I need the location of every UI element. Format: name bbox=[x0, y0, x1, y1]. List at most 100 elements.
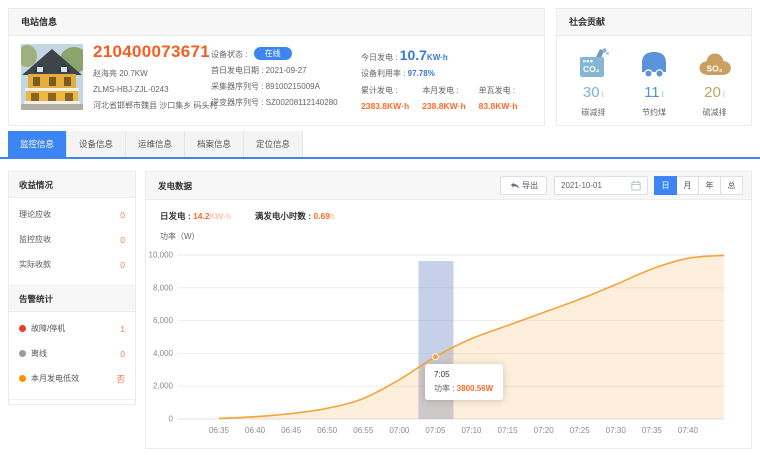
first-generation-date-row: 首日发电日期 : 2021-09-27 bbox=[211, 63, 361, 79]
tab-underline bbox=[0, 157, 760, 159]
station-kpis: 今日发电 : 10.7KW·h 设备利用率 : 97.78% 累计发电 : 23… bbox=[361, 47, 541, 111]
social-contribution-title: 社会贡献 bbox=[557, 9, 751, 36]
station-photo bbox=[21, 44, 83, 110]
main-tab-bar: 监控信息 设备信息 运维信息 档案信息 定位信息 bbox=[8, 131, 303, 157]
svg-text:2,000: 2,000 bbox=[153, 382, 174, 391]
svg-text:07:40: 07:40 bbox=[678, 426, 699, 435]
y-axis-title: 功率（W） bbox=[160, 231, 751, 242]
range-day-button[interactable]: 日 bbox=[654, 176, 677, 195]
tooltip-value-line: 功率 : 3800.56W bbox=[434, 383, 494, 394]
svg-text:07:35: 07:35 bbox=[642, 426, 663, 435]
collector-serial-row: 采集器序列号 : 89100215009A bbox=[211, 79, 361, 95]
so2-reduction-label: 硫减排 bbox=[684, 107, 745, 118]
chart-tooltip: 7:05 功率 : 3800.56W bbox=[425, 364, 503, 400]
svg-text:0: 0 bbox=[169, 415, 174, 424]
social-contribution-card: 社会贡献 CO₂ 30t 碳减排 bbox=[556, 8, 752, 126]
svg-text:10,000: 10,000 bbox=[149, 251, 174, 260]
low-efficiency-row: 本月发电低效 否 bbox=[9, 366, 135, 391]
range-month-button[interactable]: 月 bbox=[676, 176, 699, 195]
station-info-title: 电站信息 bbox=[9, 9, 544, 36]
range-total-button[interactable]: 总 bbox=[720, 176, 743, 195]
tab-monitoring-info[interactable]: 监控信息 bbox=[8, 131, 67, 157]
online-status-badge: 在线 bbox=[254, 47, 292, 60]
svg-text:06:55: 06:55 bbox=[353, 426, 374, 435]
station-address: 河北省邯郸市魏县 沙口集乡 码头村 bbox=[93, 100, 211, 111]
svg-text:06:45: 06:45 bbox=[281, 426, 302, 435]
svg-text:CO₂: CO₂ bbox=[583, 64, 600, 74]
calendar-icon bbox=[631, 180, 641, 191]
generation-data-title: 发电数据 bbox=[158, 180, 192, 192]
device-status-label: 设备状态 : bbox=[211, 50, 250, 59]
tooltip-power-value: 3800.56W bbox=[457, 384, 493, 393]
svg-text:6,000: 6,000 bbox=[153, 316, 174, 325]
total-generation-stat: 累计发电 : 2383.8KW·h bbox=[361, 85, 409, 111]
svg-text:07:05: 07:05 bbox=[425, 426, 446, 435]
station-code: ZLMS-HBJ-ZJL-0243 bbox=[93, 85, 211, 94]
so2-reduction-value: 20t bbox=[684, 84, 745, 101]
svg-text:07:30: 07:30 bbox=[606, 426, 627, 435]
station-info-card: 电站信息 bbox=[8, 8, 545, 126]
coal-cart-icon bbox=[624, 46, 685, 79]
range-year-button[interactable]: 年 bbox=[698, 176, 721, 195]
coal-saved-item: 11t 节约煤 bbox=[624, 46, 685, 118]
svg-text:06:40: 06:40 bbox=[245, 426, 266, 435]
station-fields: 设备状态 : 在线 首日发电日期 : 2021-09-27 采集器序列号 : 8… bbox=[211, 47, 361, 111]
generation-data-card: 发电数据 导出 2021-10-01 日 月 年 bbox=[145, 171, 752, 449]
svg-text:07:10: 07:10 bbox=[461, 426, 482, 435]
monitored-receivable-row: 监控应收 0 bbox=[9, 227, 135, 252]
alarm-rows: 故障/停机 1 离线 0 本月发电低效 否 bbox=[9, 312, 135, 400]
range-button-group: 日 月 年 总 bbox=[655, 176, 743, 195]
today-generation-value: 10.7 bbox=[400, 47, 427, 63]
co2-reduction-label: 碳减排 bbox=[563, 107, 624, 118]
so2-cloud-icon: SO₂ bbox=[684, 46, 745, 79]
station-id-block: 210400073671 赵海亮 20.7KW ZLMS-HBJ-ZJL-024… bbox=[93, 42, 211, 111]
svg-text:07:20: 07:20 bbox=[534, 426, 555, 435]
low-efficiency-dot-icon bbox=[19, 375, 26, 382]
per-watt-generation-stat: 单瓦发电 : 83.8KW·h bbox=[479, 85, 518, 111]
so2-reduction-item: SO₂ 20t 硫减排 bbox=[684, 46, 745, 118]
full-generation-hours-stat: 满发电小时数 : 0.69h bbox=[255, 210, 335, 222]
date-picker[interactable]: 2021-10-01 bbox=[554, 176, 648, 195]
svg-text:06:35: 06:35 bbox=[209, 426, 230, 435]
coal-saved-label: 节约煤 bbox=[624, 107, 685, 118]
chart-controls: 导出 2021-10-01 日 月 年 总 bbox=[500, 176, 743, 195]
fault-dot-icon bbox=[19, 325, 26, 332]
chart-stats-row: 日发电 : 14.2KW·h 满发电小时数 : 0.69h bbox=[146, 200, 751, 222]
month-generation-stat: 本月发电 : 238.8KW·h bbox=[422, 85, 465, 111]
first-generation-date: 2021-09-27 bbox=[266, 66, 307, 75]
fault-shutdown-row: 故障/停机 1 bbox=[9, 316, 135, 341]
offline-dot-icon bbox=[19, 350, 26, 357]
tab-location-info[interactable]: 定位信息 bbox=[244, 131, 303, 157]
sidebar-card: 收益情况 理论应收 0 监控应收 0 实际收款 0 告警统计 故障/停机 1 离… bbox=[8, 171, 136, 405]
tab-device-info[interactable]: 设备信息 bbox=[67, 131, 126, 157]
utilization-row: 设备利用率 : 97.78% bbox=[361, 66, 541, 82]
alarm-section-title: 告警统计 bbox=[9, 286, 135, 312]
collector-serial: 89100215009A bbox=[266, 82, 320, 91]
offline-row: 离线 0 bbox=[9, 341, 135, 366]
coal-saved-value: 11t bbox=[624, 84, 685, 101]
inverter-serial-row: 逆变器序列号 : SZ00208112140280 bbox=[211, 95, 361, 111]
today-generation-row: 今日发电 : 10.7KW·h bbox=[361, 47, 541, 66]
revenue-section-title: 收益情况 bbox=[9, 172, 135, 198]
co2-reduction-value: 30t bbox=[563, 84, 624, 101]
revenue-rows: 理论应收 0 监控应收 0 实际收款 0 bbox=[9, 198, 135, 286]
device-status-row: 设备状态 : 在线 bbox=[211, 47, 361, 63]
export-button[interactable]: 导出 bbox=[500, 176, 547, 195]
station-info-body: 210400073671 赵海亮 20.7KW ZLMS-HBJ-ZJL-024… bbox=[9, 36, 544, 125]
svg-text:SO₂: SO₂ bbox=[706, 64, 722, 74]
svg-text:07:15: 07:15 bbox=[498, 426, 519, 435]
theoretical-receivable-row: 理论应收 0 bbox=[9, 202, 135, 227]
utilization-value: 97.78% bbox=[408, 69, 435, 78]
export-arrow-icon bbox=[509, 181, 519, 190]
svg-text:06:50: 06:50 bbox=[317, 426, 338, 435]
station-id: 210400073671 bbox=[93, 42, 211, 62]
inverter-serial: SZ00208112140280 bbox=[266, 98, 338, 107]
power-line-chart[interactable]: 02,0004,0006,0008,00010,00006:3506:4006:… bbox=[148, 243, 751, 447]
tab-operations-info[interactable]: 运维信息 bbox=[126, 131, 185, 157]
station-owner: 赵海亮 20.7KW bbox=[93, 68, 211, 79]
social-contribution-body: CO₂ 30t 碳减排 11t 节约煤 bbox=[557, 36, 751, 118]
actual-received-row: 实际收款 0 bbox=[9, 252, 135, 277]
co2-factory-icon: CO₂ bbox=[563, 46, 624, 79]
generation-stats-row: 累计发电 : 2383.8KW·h 本月发电 : 238.8KW·h 单瓦发电 … bbox=[361, 85, 541, 111]
tab-archive-info[interactable]: 档案信息 bbox=[185, 131, 244, 157]
